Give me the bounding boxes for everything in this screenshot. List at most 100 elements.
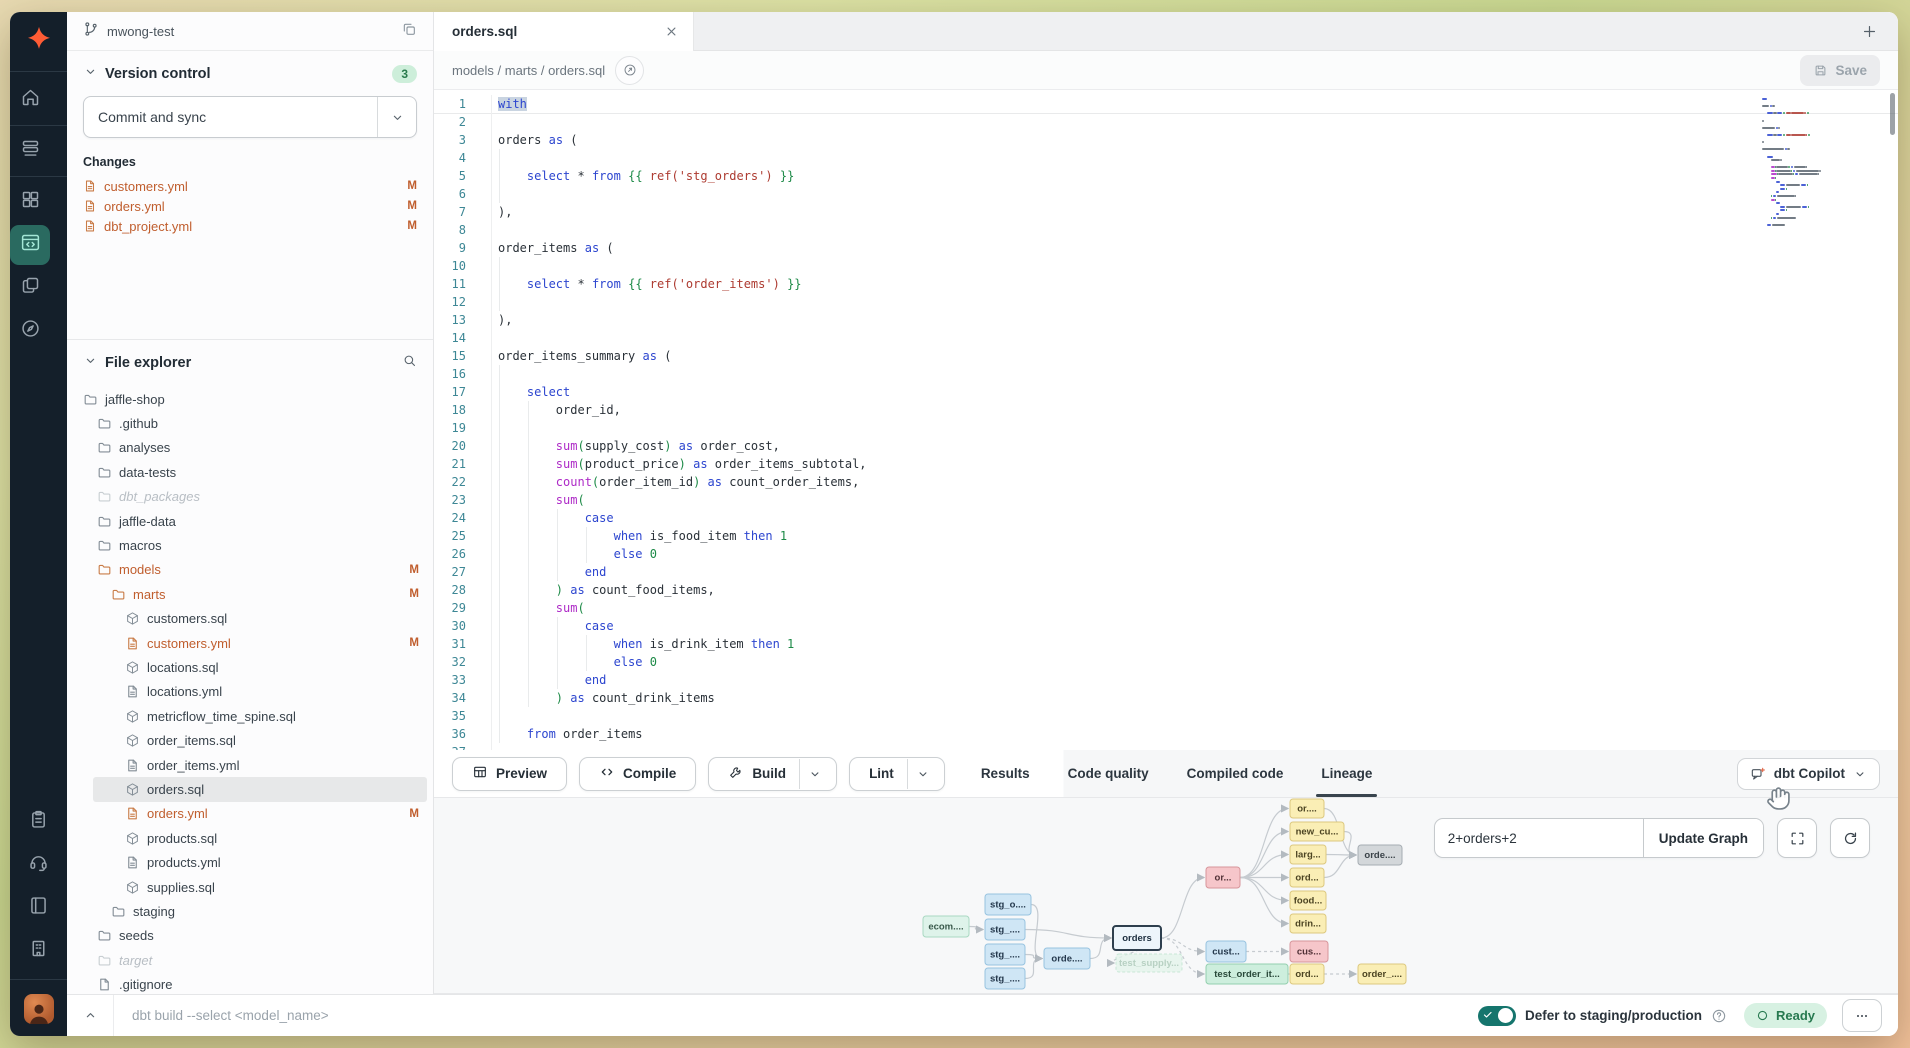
close-icon[interactable] xyxy=(664,24,679,39)
tree-item-locations.yml[interactable]: locations.yml xyxy=(67,680,433,704)
lineage-node-stg_[interactable]: stg_.... xyxy=(985,944,1025,965)
code-line-6[interactable]: 6 xyxy=(434,185,1898,203)
code-line-16[interactable]: 16 xyxy=(434,365,1898,383)
tree-item-macros[interactable]: macros xyxy=(67,533,433,557)
rail-item-headset[interactable] xyxy=(19,845,59,885)
lineage-node-orders[interactable]: orders xyxy=(1113,926,1161,950)
lineage-node-orde[interactable]: orde.... xyxy=(1044,948,1090,969)
tree-item-order_items.sql[interactable]: order_items.sql xyxy=(67,728,433,752)
code-line-5[interactable]: 5 select * from {{ ref('stg_orders') }} xyxy=(434,167,1898,185)
rail-item-compass[interactable] xyxy=(10,311,50,351)
lineage-node-food[interactable]: food... xyxy=(1290,891,1326,910)
expand-terminal-chevron-icon[interactable] xyxy=(67,995,114,1036)
tree-item-analyses[interactable]: analyses xyxy=(67,436,433,460)
code-line-18[interactable]: 18 order_id, xyxy=(434,401,1898,419)
lineage-node-test_order_it[interactable]: test_order_it... xyxy=(1206,964,1288,984)
tree-item-.github[interactable]: .github xyxy=(67,411,433,435)
fullscreen-icon[interactable] xyxy=(1777,818,1817,858)
code-line-31[interactable]: 31 when is_drink_item then 1 xyxy=(434,635,1898,653)
command-input[interactable]: dbt build --select <model_name> xyxy=(132,1008,329,1023)
tab-results[interactable]: Results xyxy=(981,750,1030,797)
code-line-34[interactable]: 34 ) as count_drink_items xyxy=(434,689,1898,707)
rail-item-clipboard[interactable] xyxy=(19,802,59,842)
code-line-14[interactable]: 14 xyxy=(434,329,1898,347)
tab-code-quality[interactable]: Code quality xyxy=(1068,750,1149,797)
rail-item-book[interactable] xyxy=(19,888,59,928)
lineage-node-order_[interactable]: order_.... xyxy=(1358,964,1406,984)
code-line-26[interactable]: 26 else 0 xyxy=(434,545,1898,563)
code-line-8[interactable]: 8 xyxy=(434,221,1898,239)
lint-button[interactable]: Lint xyxy=(849,757,945,791)
lineage-node-larg[interactable]: larg... xyxy=(1290,845,1326,864)
code-line-9[interactable]: 9order_items as ( xyxy=(434,239,1898,257)
code-line-17[interactable]: 17 select xyxy=(434,383,1898,401)
changed-file-dbt_project.yml[interactable]: dbt_project.yml M xyxy=(67,216,433,236)
tree-item-data-tests[interactable]: data-tests xyxy=(67,460,433,484)
rail-item-building[interactable] xyxy=(19,931,59,971)
code-line-24[interactable]: 24 case xyxy=(434,509,1898,527)
dbt-copilot-button[interactable]: dbt Copilot xyxy=(1737,758,1880,790)
code-line-29[interactable]: 29 sum( xyxy=(434,599,1898,617)
chevron-down-icon[interactable] xyxy=(83,353,98,373)
tree-item-staging[interactable]: staging xyxy=(67,899,433,923)
code-line-35[interactable]: 35 xyxy=(434,707,1898,725)
dbt-logo-icon[interactable] xyxy=(20,21,58,59)
preview-button[interactable]: Preview xyxy=(452,757,567,791)
lineage-node-stg_o[interactable]: stg_o.... xyxy=(985,894,1031,915)
tree-item-models[interactable]: modelsM xyxy=(67,558,433,582)
tree-item-metricflow_time_spine.sql[interactable]: metricflow_time_spine.sql xyxy=(67,704,433,728)
compile-button[interactable]: Compile xyxy=(579,757,696,791)
lineage-node-ord[interactable]: ord... xyxy=(1290,868,1324,887)
tree-item-products.sql[interactable]: products.sql xyxy=(67,826,433,850)
rail-item-code-window[interactable] xyxy=(10,225,50,265)
changed-file-orders.yml[interactable]: orders.yml M xyxy=(67,196,433,216)
code-line-27[interactable]: 27 end xyxy=(434,563,1898,581)
update-graph-button[interactable]: Update Graph xyxy=(1643,819,1763,857)
code-line-21[interactable]: 21 sum(product_price) as order_items_sub… xyxy=(434,455,1898,473)
tree-item-customers.yml[interactable]: customers.ymlM xyxy=(67,631,433,655)
tree-item-customers.sql[interactable]: customers.sql xyxy=(67,607,433,631)
code-line-19[interactable]: 19 xyxy=(434,419,1898,437)
tree-item-supplies.sql[interactable]: supplies.sql xyxy=(67,875,433,899)
code-line-33[interactable]: 33 end xyxy=(434,671,1898,689)
open-docs-icon[interactable] xyxy=(615,56,644,85)
code-line-4[interactable]: 4 xyxy=(434,149,1898,167)
changed-file-customers.yml[interactable]: customers.yml M xyxy=(67,176,433,196)
code-line-22[interactable]: 22 count(order_item_id) as count_order_i… xyxy=(434,473,1898,491)
code-line-1[interactable]: 1with xyxy=(434,95,1898,113)
lineage-node-drin[interactable]: drin... xyxy=(1290,914,1326,933)
tree-item-order_items.yml[interactable]: order_items.yml xyxy=(67,753,433,777)
tree-item-.gitignore[interactable]: .gitignore xyxy=(67,972,433,994)
code-line-37[interactable]: 37 xyxy=(434,743,1898,750)
code-line-10[interactable]: 10 xyxy=(434,257,1898,275)
tree-item-target[interactable]: target xyxy=(67,948,433,972)
tree-item-dbt_packages[interactable]: dbt_packages xyxy=(67,485,433,509)
commit-options-dropdown[interactable] xyxy=(377,97,416,137)
lineage-node-ord[interactable]: ord... xyxy=(1290,964,1324,984)
code-line-3[interactable]: 3orders as ( xyxy=(434,131,1898,149)
lineage-node-test_supply[interactable]: test_supply... xyxy=(1116,954,1182,972)
rail-item-home[interactable] xyxy=(10,80,50,120)
code-line-15[interactable]: 15order_items_summary as ( xyxy=(434,347,1898,365)
lineage-panel[interactable]: ecom.... stg_o.... stg_.... stg_.... stg_...… xyxy=(434,798,1898,994)
user-avatar[interactable] xyxy=(24,994,54,1024)
rail-item-deck[interactable] xyxy=(10,131,50,171)
tab-lineage[interactable]: Lineage xyxy=(1321,750,1372,797)
lint-dropdown-chevron-icon[interactable] xyxy=(907,759,938,789)
lineage-node-ecom[interactable]: ecom.... xyxy=(923,916,969,937)
lineage-node-cust[interactable]: cust... xyxy=(1206,941,1246,962)
tab-orders-sql[interactable]: orders.sql xyxy=(434,12,694,51)
scrollbar-thumb[interactable] xyxy=(1890,93,1895,135)
defer-toggle[interactable] xyxy=(1478,1006,1516,1026)
code-line-7[interactable]: 7), xyxy=(434,203,1898,221)
new-tab-plus-icon[interactable] xyxy=(1861,23,1878,40)
lineage-node-stg_[interactable]: stg_.... xyxy=(985,968,1025,989)
commit-and-sync-button[interactable]: Commit and sync xyxy=(83,96,417,138)
code-line-13[interactable]: 13), xyxy=(434,311,1898,329)
tree-item-jaffle-shop[interactable]: jaffle-shop xyxy=(67,387,433,411)
code-line-25[interactable]: 25 when is_food_item then 1 xyxy=(434,527,1898,545)
tree-item-locations.sql[interactable]: locations.sql xyxy=(67,655,433,679)
lineage-node-or[interactable]: or.... xyxy=(1290,799,1324,818)
lineage-node-stg_[interactable]: stg_.... xyxy=(985,919,1025,940)
copy-icon[interactable] xyxy=(401,21,417,42)
